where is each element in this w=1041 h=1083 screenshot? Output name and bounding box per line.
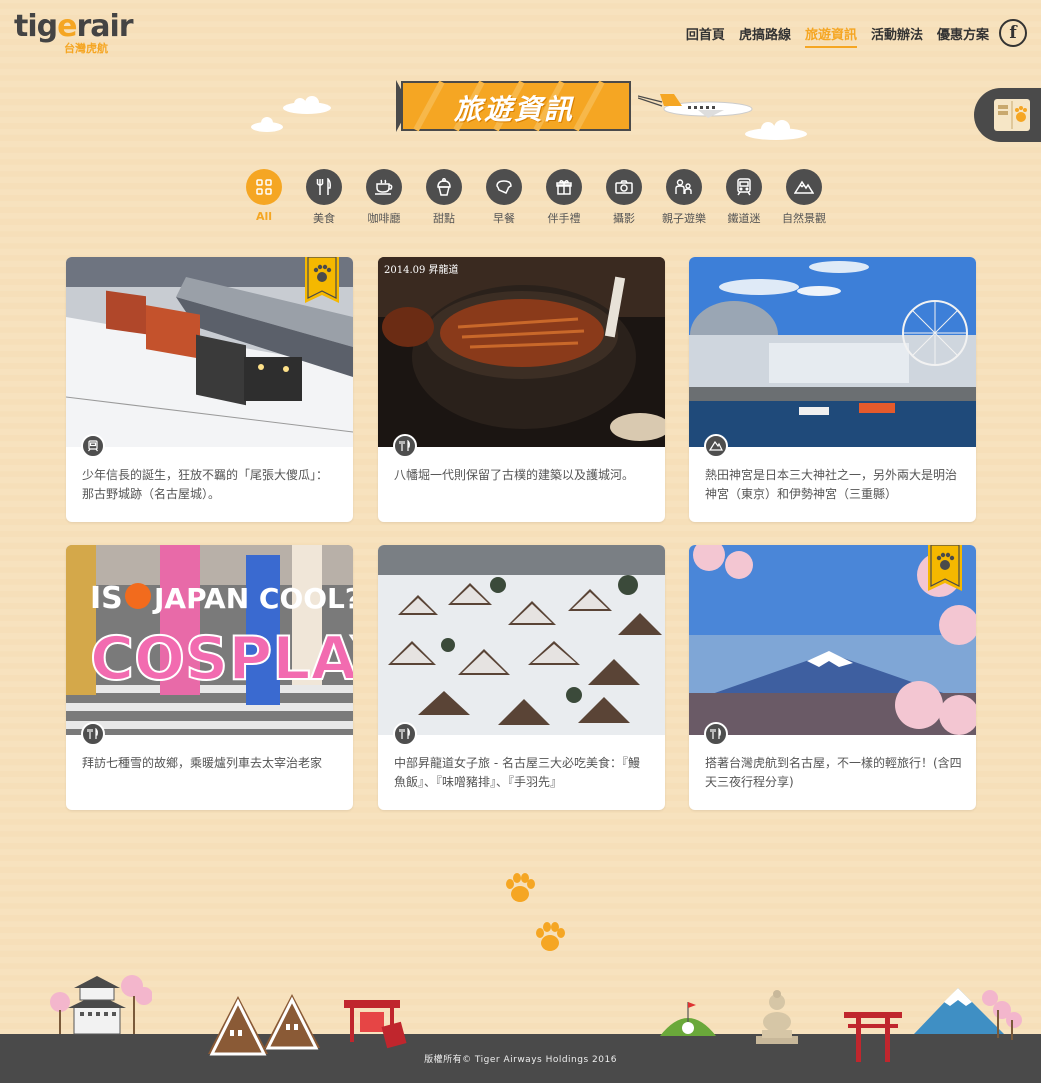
fork-knife-icon xyxy=(704,722,728,746)
article-card[interactable]: 搭著台灣虎航到名古屋，不一樣的輕旅行！(含四天三夜行程分享) xyxy=(689,545,976,810)
nav-home[interactable]: 回首頁 xyxy=(686,24,725,48)
category-family[interactable]: 親子遊樂 xyxy=(654,169,714,226)
side-guidebook-tab[interactable] xyxy=(974,88,1041,142)
airplane-icon xyxy=(638,94,753,118)
cosplay-overlay-cosplay: COSPLAY xyxy=(90,624,353,694)
category-nature[interactable]: 自然景觀 xyxy=(774,169,834,226)
category-label: All xyxy=(255,210,273,223)
card-image-eel-rice-bowl xyxy=(378,257,665,447)
card-title: 熱田神宮是日本三大神社之一，另外兩大是明治神宮（東京）和伊勢神宮（三重縣） xyxy=(705,468,958,501)
category-dessert[interactable]: 甜點 xyxy=(414,169,474,226)
gift-icon xyxy=(546,169,582,205)
cosplay-overlay-japan-cool: JAPAN COOL? xyxy=(152,582,353,615)
card-image-shirakawa-go xyxy=(378,545,665,735)
logo-subtitle: 台灣虎航 xyxy=(64,42,108,55)
card-title: 少年信長的誕生，狂放不羈的「尾張大傻瓜」：那古野城跡（名古屋城）。 xyxy=(82,468,329,501)
fork-knife-icon xyxy=(306,169,342,205)
nagoya-castle-icon xyxy=(50,975,152,1035)
category-label: 親子遊樂 xyxy=(662,212,706,225)
fork-knife-icon xyxy=(81,722,105,746)
guidebook-icon xyxy=(994,99,1030,131)
category-food[interactable]: 美食 xyxy=(294,169,354,226)
nav-offers[interactable]: 優惠方案 xyxy=(937,24,989,48)
category-railway[interactable]: 鐵道迷 xyxy=(714,169,774,226)
category-label: 伴手禮 xyxy=(547,212,581,225)
section-banner: 旅遊資訊 xyxy=(396,80,632,132)
category-label: 攝影 xyxy=(613,212,635,225)
category-label: 鐵道迷 xyxy=(727,212,761,225)
mountain-icon xyxy=(704,434,728,458)
cupcake-icon xyxy=(426,169,462,205)
buddha-statue-icon xyxy=(756,990,798,1044)
category-label: 早餐 xyxy=(493,212,515,225)
page-title: 旅遊資訊 xyxy=(453,93,574,126)
tigerair-logo[interactable]: tigerair 台灣虎航 xyxy=(14,9,134,56)
mountain-icon xyxy=(786,169,822,205)
grid-icon xyxy=(246,169,282,205)
category-label: 自然景觀 xyxy=(782,212,826,225)
image-caption: 2014.09 昇龍道 xyxy=(384,265,459,276)
copyright-text: 版權所有© Tiger Airways Holdings 2016 xyxy=(424,1055,617,1065)
gassho-house-icon xyxy=(208,994,320,1056)
orange-dot xyxy=(125,583,151,609)
train-icon xyxy=(726,169,762,205)
facebook-icon[interactable]: f xyxy=(999,19,1027,47)
main-nav: 回首頁 虎搞路線 旅遊資訊 活動辦法 優惠方案 xyxy=(686,24,989,48)
cosplay-overlay-is: IS xyxy=(90,581,123,616)
train-icon xyxy=(81,434,105,458)
category-all[interactable]: All xyxy=(234,169,294,226)
category-label: 咖啡廳 xyxy=(367,212,401,225)
cloud-icon xyxy=(745,120,807,140)
category-photography[interactable]: 攝影 xyxy=(594,169,654,226)
fork-knife-icon xyxy=(393,722,417,746)
fork-knife-icon xyxy=(393,434,417,458)
nav-routes[interactable]: 虎搞路線 xyxy=(739,24,791,48)
cloud-icon xyxy=(283,96,331,114)
family-icon xyxy=(666,169,702,205)
category-cafe[interactable]: 咖啡廳 xyxy=(354,169,414,226)
category-filter: All 美食 咖啡廳 甜點 早餐 伴手禮 攝影 親子遊樂 鐵道迷 自然景觀 xyxy=(234,169,834,226)
featured-ribbon xyxy=(928,545,962,591)
card-title: 搭著台灣虎航到名古屋，不一樣的輕旅行！(含四天三夜行程分享) xyxy=(705,756,962,789)
shrine-gate-lantern-icon xyxy=(344,1000,407,1049)
mount-fuji-icon xyxy=(914,988,1022,1040)
card-title: 中部昇龍道女子旅 - 名古屋三大必吃美食：『鰻魚飯』、『味噌豬排』、『手羽先』 xyxy=(394,756,640,789)
coffee-cup-icon xyxy=(366,169,402,205)
article-card[interactable]: 少年信長的誕生，狂放不羈的「尾張大傻瓜」：那古野城跡（名古屋城）。 xyxy=(66,257,353,522)
paw-print-icon xyxy=(506,873,535,902)
article-card[interactable]: 熱田神宮是日本三大神社之一，另外兩大是明治神宮（東京）和伊勢神宮（三重縣） xyxy=(689,257,976,522)
camera-icon xyxy=(606,169,642,205)
card-title: 拜訪七種雪的故鄉，乘暖爐列車去太宰治老家 xyxy=(82,756,323,770)
card-title: 八幡堀一代則保留了古樸的建築以及護城河。 xyxy=(394,468,635,482)
category-label: 甜點 xyxy=(433,212,455,225)
featured-ribbon xyxy=(305,257,339,303)
card-image-cosplay: IS JAPAN COOL? COSPLAY xyxy=(66,545,353,735)
nav-travel-info[interactable]: 旅遊資訊 xyxy=(804,24,857,48)
golf-hill-icon xyxy=(660,1002,716,1036)
category-souvenir[interactable]: 伴手禮 xyxy=(534,169,594,226)
nav-events[interactable]: 活動辦法 xyxy=(871,24,923,48)
article-card[interactable]: IS JAPAN COOL? COSPLAY 拜訪七種雪的故鄉，乘暖爐列車去太宰… xyxy=(66,545,353,810)
bread-icon xyxy=(486,169,522,205)
article-card[interactable]: 2014.09 昇龍道 八幡堀一代則保留了古樸的建築以及護城河。 xyxy=(378,257,665,522)
logo-wordmark: tigerair xyxy=(14,9,134,44)
category-label: 美食 xyxy=(313,212,335,225)
article-card[interactable]: 中部昇龍道女子旅 - 名古屋三大必吃美食：『鰻魚飯』、『味噌豬排』、『手羽先』 xyxy=(378,545,665,810)
category-breakfast[interactable]: 早餐 xyxy=(474,169,534,226)
cloud-icon xyxy=(251,117,283,132)
paw-print-icon xyxy=(536,922,565,951)
card-image-nagoya-port xyxy=(689,257,976,447)
